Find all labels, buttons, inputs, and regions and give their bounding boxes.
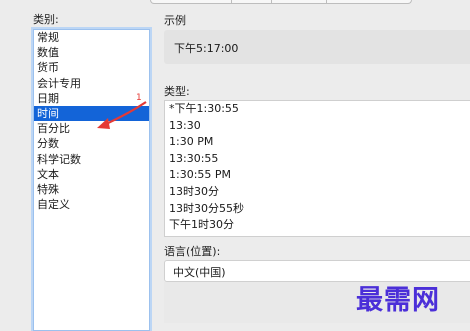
- type-item[interactable]: 下午1时30分: [165, 217, 470, 234]
- tab-bar-remnant: [150, 0, 412, 4]
- type-item[interactable]: 1:30 PM: [165, 134, 470, 151]
- category-item-date[interactable]: 日期: [34, 91, 149, 106]
- type-item[interactable]: 13:30:55: [165, 151, 470, 168]
- category-item-scientific[interactable]: 科学记数: [34, 152, 149, 167]
- type-item[interactable]: 13时30分: [165, 184, 470, 201]
- category-item-fraction[interactable]: 分数: [34, 136, 149, 151]
- type-item[interactable]: 1:30:55 PM: [165, 167, 470, 184]
- sample-preview: 下午5:17:00: [164, 30, 470, 64]
- category-item-special[interactable]: 特殊: [34, 182, 149, 197]
- category-item-currency[interactable]: 货币: [34, 60, 149, 75]
- category-item-text[interactable]: 文本: [34, 167, 149, 182]
- category-item-general[interactable]: 常规: [34, 30, 149, 45]
- category-item-custom[interactable]: 自定义: [34, 197, 149, 212]
- locale-select-value: 中文(中国): [173, 266, 226, 279]
- sample-label: 示例: [164, 14, 186, 27]
- category-list[interactable]: 常规 数值 货币 会计专用 日期 时间 百分比 分数 科学记数 文本 特殊 自定…: [33, 29, 150, 331]
- category-label: 类别:: [33, 13, 59, 26]
- category-item-time[interactable]: 时间: [34, 105, 149, 122]
- type-item[interactable]: 13:30: [165, 118, 470, 135]
- type-item[interactable]: 13时30分55秒: [165, 201, 470, 218]
- sample-value: 下午5:17:00: [174, 42, 239, 55]
- category-item-percentage[interactable]: 百分比: [34, 121, 149, 136]
- locale-label: 语言(位置):: [164, 245, 221, 258]
- type-list[interactable]: *下午1:30:55 13:30 1:30 PM 13:30:55 1:30:5…: [164, 100, 470, 237]
- category-item-number[interactable]: 数值: [34, 45, 149, 60]
- category-item-accounting[interactable]: 会计专用: [34, 76, 149, 91]
- type-label: 类型:: [164, 85, 190, 98]
- type-item[interactable]: *下午1:30:55: [165, 101, 470, 118]
- watermark-logo: 最需网: [356, 285, 440, 316]
